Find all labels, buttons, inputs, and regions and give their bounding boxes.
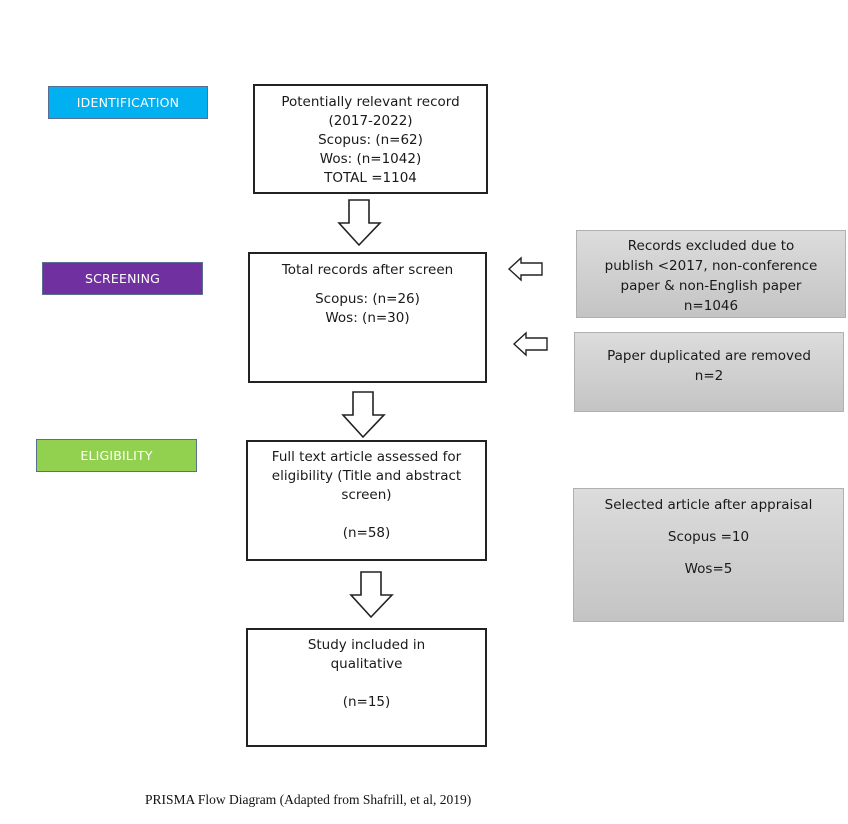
identification-line: Scopus: (n=62) xyxy=(318,132,423,148)
identification-line: (2017-2022) xyxy=(328,113,413,129)
eligibility-count: (n=58) xyxy=(342,525,391,541)
eligibility-line: screen) xyxy=(341,487,392,503)
screening-line: Wos: (n=30) xyxy=(325,310,410,326)
stage-identification-label: IDENTIFICATION xyxy=(76,95,180,110)
eligibility-line: eligibility (Title and abstract xyxy=(271,468,462,484)
excluded-line: paper & non-English paper xyxy=(620,278,802,294)
selected-wos: Wos=5 xyxy=(684,561,733,577)
stage-identification: IDENTIFICATION xyxy=(48,86,208,119)
included-box: Study included in qualitative (n=15) xyxy=(246,628,487,747)
included-line: qualitative xyxy=(330,656,403,672)
selected-scopus: Scopus =10 xyxy=(667,529,750,545)
identification-box: Potentially relevant record (2017-2022) … xyxy=(253,84,488,194)
eligibility-line: Full text article assessed for xyxy=(271,449,462,465)
duplicates-line: Paper duplicated are removed xyxy=(607,348,811,364)
excluded-line: publish <2017, non-conference xyxy=(604,258,818,274)
screening-box: Total records after screen Scopus: (n=26… xyxy=(248,252,487,383)
stage-screening: SCREENING xyxy=(42,262,203,295)
left-arrow-icon xyxy=(512,331,548,357)
excluded-line: Records excluded due to xyxy=(627,238,795,254)
left-arrow-icon xyxy=(507,256,543,282)
excluded-line: n=1046 xyxy=(683,298,739,314)
duplicates-box: Paper duplicated are removed n=2 xyxy=(574,332,844,412)
identification-line: Wos: (n=1042) xyxy=(319,151,422,167)
selected-title: Selected article after appraisal xyxy=(604,497,813,513)
down-arrow-icon xyxy=(349,571,394,619)
stage-eligibility-label: ELIGIBILITY xyxy=(80,448,153,463)
screening-title: Total records after screen xyxy=(281,262,454,278)
figure-caption: PRISMA Flow Diagram (Adapted from Shafri… xyxy=(145,792,472,807)
included-line: Study included in xyxy=(307,637,426,653)
included-count: (n=15) xyxy=(342,694,391,710)
duplicates-line: n=2 xyxy=(694,368,724,384)
stage-screening-label: SCREENING xyxy=(84,271,161,286)
selected-box: Selected article after appraisal Scopus … xyxy=(573,488,844,622)
eligibility-box: Full text article assessed for eligibili… xyxy=(246,440,487,561)
screening-line: Scopus: (n=26) xyxy=(315,291,420,307)
identification-line: Potentially relevant record xyxy=(281,94,460,110)
excluded-box: Records excluded due to publish <2017, n… xyxy=(576,230,846,318)
down-arrow-icon xyxy=(341,391,386,439)
stage-eligibility: ELIGIBILITY xyxy=(36,439,197,472)
identification-line: TOTAL =1104 xyxy=(324,170,417,186)
down-arrow-icon xyxy=(337,199,382,247)
